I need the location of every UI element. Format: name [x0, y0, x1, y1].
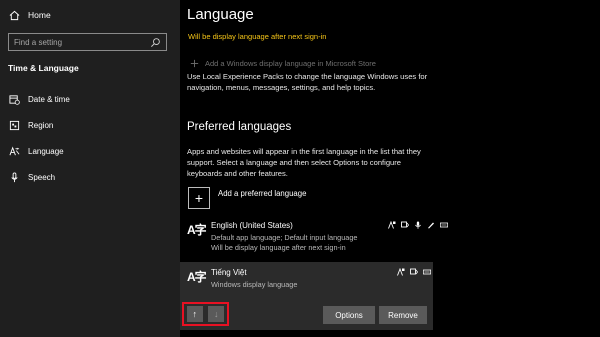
section-title: Time & Language [8, 63, 79, 73]
microphone-icon [8, 171, 20, 183]
move-up-button[interactable]: ↑ [186, 306, 203, 322]
preferred-languages-heading: Preferred languages [187, 121, 292, 133]
display-language-icon [388, 221, 396, 229]
language-detail: Default app language; Default input lang… [211, 233, 358, 242]
sidebar-item-label: Speech [28, 172, 56, 182]
language-glyph-icon: A字 [187, 270, 207, 284]
language-features [388, 221, 448, 229]
keyboard-icon [440, 221, 448, 229]
home-icon [8, 9, 20, 21]
add-language-button[interactable]: + Add a preferred language [188, 187, 306, 209]
sidebar: Home Time & Language Date & time Region … [0, 0, 180, 337]
search-icon[interactable] [149, 36, 161, 48]
sidebar-item-label: Date & time [28, 94, 70, 104]
language-row-vietnamese[interactable]: A字 Tiếng Việt Windows display language ↑… [180, 262, 433, 330]
language-name: English (United States) [211, 221, 293, 230]
text-to-speech-icon [410, 268, 418, 276]
calendar-clock-icon [8, 93, 20, 105]
language-detail: Windows display language [211, 280, 298, 289]
options-button[interactable]: Options [323, 306, 375, 324]
search-box[interactable] [8, 33, 167, 51]
speech-recognition-icon [414, 221, 422, 229]
experience-pack-description: Use Local Experience Packs to change the… [187, 72, 428, 92]
sidebar-item-label: Language [28, 146, 64, 156]
move-down-button[interactable]: ↓ [208, 306, 225, 322]
home-nav-item[interactable]: Home [8, 9, 51, 21]
remove-button[interactable]: Remove [379, 306, 427, 324]
keyboard-icon [423, 268, 431, 276]
language-icon [8, 145, 20, 157]
display-language-icon [397, 268, 405, 276]
add-plus-icon: + [188, 187, 210, 209]
sidebar-item-language[interactable]: Language [8, 145, 64, 157]
preferred-languages-description: Apps and websites will appear in the fir… [187, 147, 421, 178]
add-language-label: Add a preferred language [218, 188, 307, 198]
language-row-english[interactable]: A字 English (United States) Default app l… [180, 215, 448, 255]
language-detail: Will be display language after next sign… [211, 243, 346, 252]
text-to-speech-icon [401, 221, 409, 229]
sidebar-item-date-time[interactable]: Date & time [8, 93, 70, 105]
sidebar-item-region[interactable]: Region [8, 119, 53, 131]
globe-region-icon [8, 119, 20, 131]
handwriting-icon [427, 221, 435, 229]
store-link[interactable]: Add a Windows display language in Micros… [188, 57, 376, 69]
language-name: Tiếng Việt [211, 268, 247, 277]
reorder-buttons-highlight: ↑ ↓ [182, 302, 229, 326]
home-label: Home [28, 10, 51, 20]
main-content: Language Will be display language after … [180, 0, 600, 337]
language-features [397, 268, 431, 276]
restart-notice: Will be display language after next sign… [188, 32, 327, 41]
search-input[interactable] [14, 37, 149, 47]
store-link-label: Add a Windows display language in Micros… [205, 58, 376, 68]
sidebar-item-speech[interactable]: Speech [8, 171, 55, 183]
plus-icon [188, 57, 200, 69]
language-glyph-icon: A字 [187, 223, 207, 237]
sidebar-item-label: Region [28, 120, 54, 130]
page-title: Language [187, 6, 254, 23]
